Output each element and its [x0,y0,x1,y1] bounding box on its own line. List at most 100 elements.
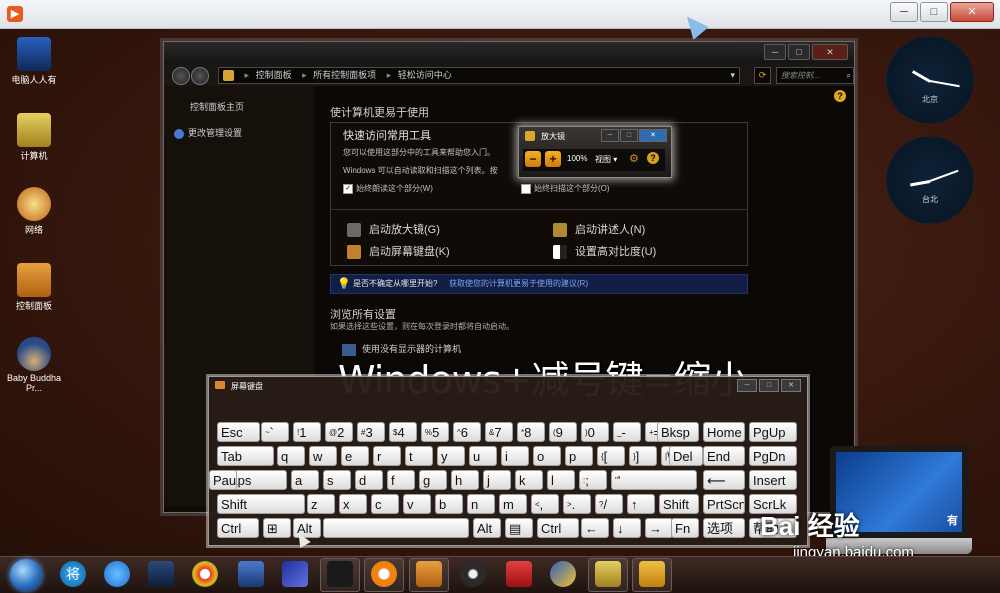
taskbar-item[interactable] [588,558,628,592]
osk-key[interactable]: PgDn [749,446,797,466]
start-button[interactable] [10,559,42,591]
osk-key[interactable]: ↑ [627,494,655,514]
checkbox-checked-icon[interactable]: ✓ [343,183,353,194]
osk-key[interactable]: a [291,470,319,490]
osk-key[interactable]: PgUp [749,422,797,442]
desktop-icon-baby[interactable]: Baby Buddha Pr... [6,337,62,393]
osk-key[interactable]: y [437,446,465,466]
breadcrumb-item[interactable]: 轻松访问中心 [398,70,452,80]
clock-gadget[interactable]: 台北 [886,136,974,224]
osk-key[interactable]: m [499,494,527,514]
nav-admin-settings-link[interactable]: 更改管理设置 [174,126,242,139]
osk-key[interactable] [323,518,469,538]
osk-key[interactable]: Fn [671,518,699,538]
osk-key[interactable]: w [309,446,337,466]
zoom-in-button[interactable]: + [545,151,561,167]
nav-home-link[interactable]: 控制面板主页 [190,100,244,113]
breadcrumb[interactable]: ▸ 控制面板 ▸ 所有控制面板项 ▸ 轻松访问中心 ▾ [218,67,740,84]
osk-key[interactable]: Pause [209,470,237,490]
osk-key[interactable]: Ctrl [217,518,259,538]
view-dropdown[interactable]: 视图 ▾ [595,154,617,165]
osk-key[interactable]: ⟵ [703,470,745,490]
start-osk-link[interactable]: 启动屏幕键盘(K) [347,243,450,260]
taskbar-item[interactable] [320,558,360,592]
osk-key[interactable]: End [703,446,745,466]
osk-key[interactable]: c [371,494,399,514]
osk-key[interactable]: (9 [549,422,577,442]
close-button[interactable]: ✕ [950,2,994,22]
osk-key[interactable]: r [373,446,401,466]
breadcrumb-item[interactable]: 控制面板 [256,70,292,80]
osk-key[interactable]: ← [581,518,609,538]
breadcrumb-item[interactable]: 所有控制面板项 [313,70,376,80]
taskbar-item[interactable] [409,558,449,592]
osk-key[interactable]: Ctrl [537,518,579,538]
chevron-down-icon[interactable]: ▾ [730,68,735,83]
osk-key[interactable]: v [403,494,431,514]
zoom-out-button[interactable]: − [525,151,541,167]
osk-key[interactable]: b [435,494,463,514]
osk-key[interactable]: z [307,494,335,514]
osk-key[interactable]: n [467,494,495,514]
start-narrator-link[interactable]: 启动讲述人(N) [553,221,645,238]
osk-key[interactable]: ?/ [595,494,623,514]
osk-key[interactable]: $4 [389,422,417,442]
osk-key[interactable]: ↓ [613,518,641,538]
fan-icon[interactable] [460,561,486,587]
maximize-button[interactable]: □ [759,379,779,392]
gear-icon[interactable]: ⚙ [629,152,639,165]
osk-key[interactable]: ^6 [453,422,481,442]
osk-key[interactable]: {[ [597,446,625,466]
taskbar-item[interactable] [364,558,404,592]
always-read-checkbox[interactable]: ✓ 始终朗读这个部分(W) [343,183,433,194]
desktop-icon-control-panel[interactable]: 控制面板 [6,263,62,312]
app-icon[interactable] [282,561,308,587]
desktop-icon-network[interactable]: 网络 [6,187,62,236]
osk-key[interactable]: ~` [261,422,289,442]
osk-key[interactable]: x [339,494,367,514]
close-button[interactable]: ✕ [639,129,667,142]
ie-icon[interactable] [104,561,130,587]
minimize-button[interactable]: ─ [601,129,619,142]
osk-key[interactable]: Home [703,422,745,442]
osk-key[interactable]: :; [579,470,607,490]
osk-key[interactable]: u [469,446,497,466]
osk-key[interactable]: %5 [421,422,449,442]
close-button[interactable]: ✕ [812,44,848,60]
osk-key[interactable]: 选项 [703,518,745,538]
osk-key[interactable]: Tab [217,446,274,466]
help-icon[interactable]: ? [834,90,846,102]
help-icon[interactable]: ? [647,152,659,164]
osk-key[interactable]: Del [669,446,703,466]
osk-key[interactable]: Esc [217,422,260,442]
osk-key[interactable]: ⊞ [263,518,291,538]
osk-key[interactable]: e [341,446,369,466]
osk-key[interactable]: >. [563,494,591,514]
osk-key[interactable]: s [323,470,351,490]
close-button[interactable]: ✕ [781,379,801,392]
search-icon[interactable]: ⌕ [847,68,851,83]
osk-key[interactable]: Insert [749,470,797,490]
start-magnifier-link[interactable]: 启动放大镜(G) [347,221,440,238]
osk-key[interactable]: "' [611,470,697,490]
toolbox-icon[interactable] [238,561,264,587]
osk-key[interactable]: *8 [517,422,545,442]
taskbar-item[interactable] [632,558,672,592]
maximize-button[interactable]: □ [788,44,810,60]
media-icon[interactable] [148,561,174,587]
osk-key[interactable]: o [533,446,561,466]
osk-key[interactable]: g [419,470,447,490]
minimize-button[interactable]: ─ [764,44,786,60]
desktop-icon-renrenyou[interactable]: 电脑人人有 [6,37,62,86]
desktop-icon-computer[interactable]: 计算机 [6,113,62,162]
headset-icon[interactable] [506,561,532,587]
osk-key[interactable]: }] [629,446,657,466]
osk-key[interactable]: #3 [357,422,385,442]
osk-key[interactable]: !1 [293,422,321,442]
maximize-button[interactable]: □ [920,2,948,22]
osk-key[interactable]: q [277,446,305,466]
osk-key[interactable]: Alt [473,518,501,538]
osk-key[interactable]: &7 [485,422,513,442]
app-icon[interactable]: ▶ [7,6,23,22]
refresh-button[interactable]: ⟳ [754,67,771,84]
